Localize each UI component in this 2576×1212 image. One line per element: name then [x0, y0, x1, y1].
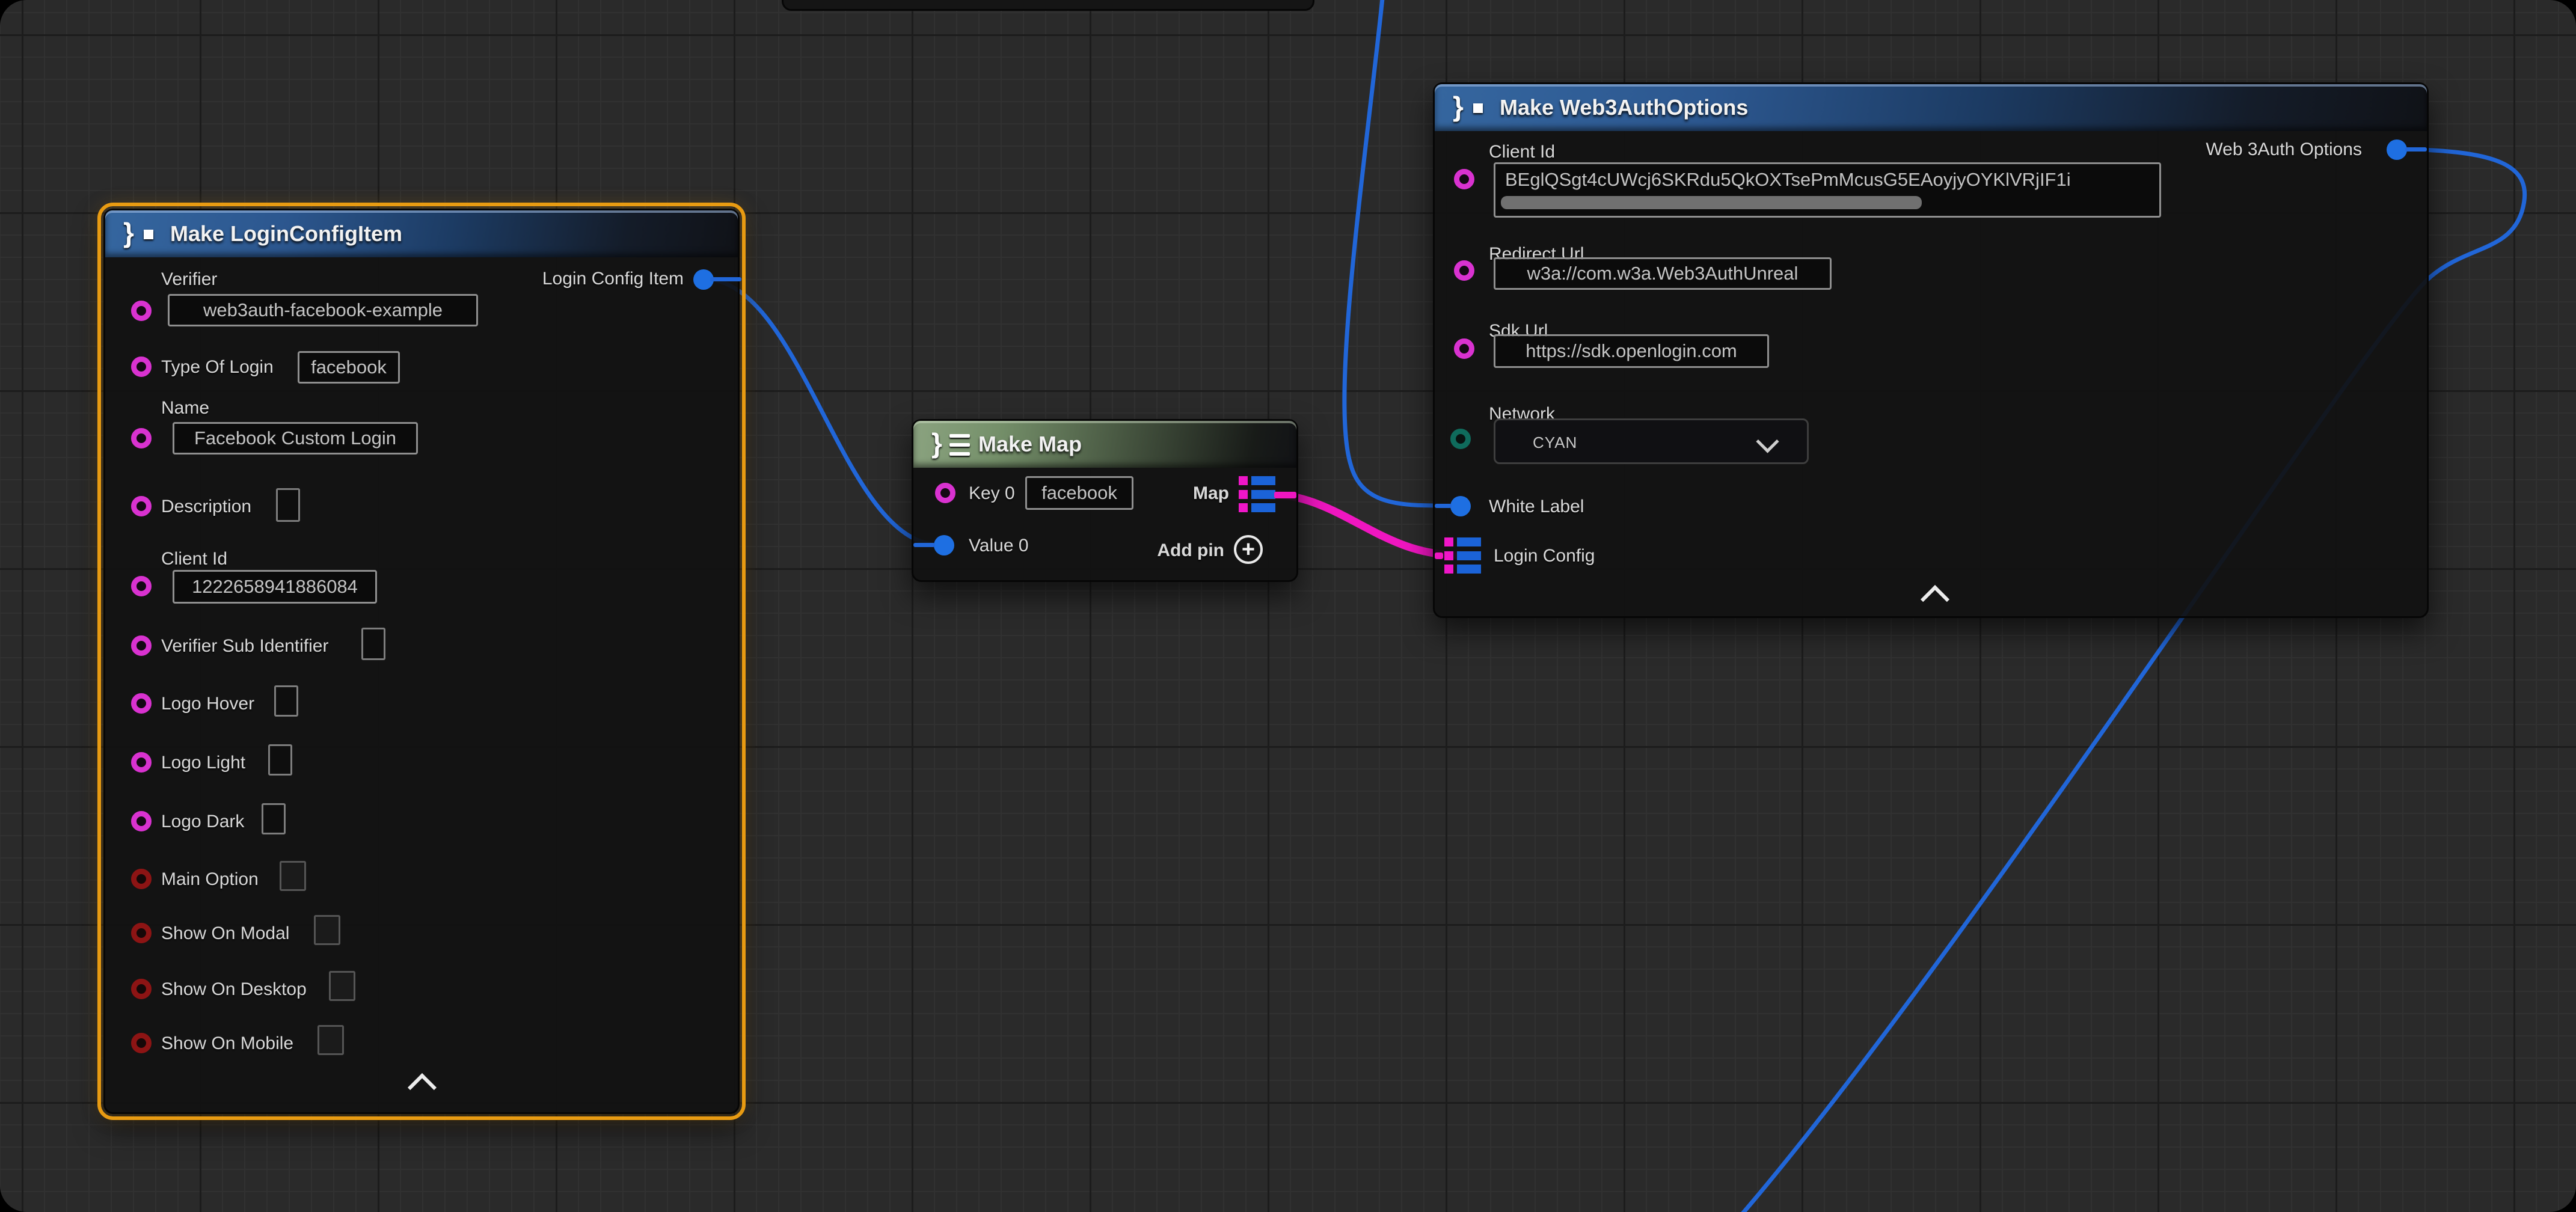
client-id-input[interactable]: BEglQSgt4cUWcj6SKRdu5QkOXTsePmMcusG5EAoy…	[1494, 162, 2161, 218]
main-option-checkbox[interactable]	[280, 861, 306, 891]
input-pin-logo-dark[interactable]	[131, 811, 152, 831]
pin-label-white-label: White Label	[1489, 497, 1584, 517]
pin-label-main-option: Main Option	[161, 869, 259, 890]
node-title: Make Map	[978, 432, 1082, 457]
node-make-web3authoptions[interactable]: } Make Web3AuthOptions Web 3Auth Options…	[1433, 82, 2429, 618]
client-id-scrollbar[interactable]	[1501, 196, 1922, 209]
node-make-map[interactable]: } Make Map Key 0 facebook Map Value 0 Ad…	[912, 419, 1298, 582]
offscreen-node-top[interactable]	[782, 0, 1314, 11]
pin-label-description: Description	[161, 497, 251, 517]
input-pin-show-on-mobile[interactable]	[131, 1033, 152, 1053]
sdk-url-input[interactable]: https://sdk.openlogin.com	[1494, 334, 1769, 368]
wire-stub	[2405, 147, 2427, 152]
output-pin-label: Web 3Auth Options	[2206, 139, 2362, 160]
make-struct-icon: }	[123, 219, 165, 249]
output-pin-map[interactable]	[1239, 476, 1277, 512]
chevron-down-icon	[1756, 430, 1779, 453]
make-map-icon: }	[931, 429, 974, 459]
input-pin-value0[interactable]	[934, 535, 954, 556]
pin-label-login-config: Login Config	[1494, 546, 1595, 566]
input-pin-verifier-sub-identifier[interactable]	[131, 635, 152, 656]
pin-label-type-of-login: Type Of Login	[161, 357, 274, 378]
verifier-input[interactable]: web3auth-facebook-example	[168, 294, 478, 326]
input-pin-key0[interactable]	[935, 483, 955, 503]
logo-dark-input[interactable]	[262, 803, 286, 834]
pin-label-show-on-mobile: Show On Mobile	[161, 1033, 293, 1054]
name-input[interactable]: Facebook Custom Login	[173, 422, 418, 454]
key0-input[interactable]: facebook	[1025, 476, 1133, 510]
input-pin-logo-hover[interactable]	[131, 693, 152, 714]
type-of-login-input[interactable]: facebook	[298, 351, 400, 384]
pin-label-client-id: Client Id	[1489, 142, 1555, 162]
input-pin-sdk-url[interactable]	[1454, 338, 1474, 359]
pin-label-show-on-modal: Show On Modal	[161, 923, 289, 944]
collapse-node-chevron-icon[interactable]	[1921, 585, 1949, 614]
verifier-sub-identifier-input[interactable]	[361, 628, 385, 660]
network-dropdown[interactable]: CYAN	[1494, 418, 1809, 464]
node-header[interactable]: } Make LoginConfigItem	[105, 210, 738, 257]
show-on-mobile-checkbox[interactable]	[317, 1025, 344, 1055]
show-on-desktop-checkbox[interactable]	[329, 971, 355, 1001]
input-pin-main-option[interactable]	[131, 869, 152, 889]
pin-label-logo-hover: Logo Hover	[161, 694, 254, 714]
node-title: Make Web3AuthOptions	[1500, 95, 1748, 120]
wire-stub	[1435, 504, 1452, 508]
input-pin-network[interactable]	[1450, 429, 1471, 449]
wire-stub	[710, 277, 741, 281]
pin-label-client-id: Client Id	[161, 549, 227, 569]
logo-hover-input[interactable]	[274, 685, 298, 717]
node-make-loginconfigitem[interactable]: } Make LoginConfigItem Login Config Item…	[103, 209, 740, 1114]
input-pin-redirect-url[interactable]	[1454, 260, 1474, 281]
description-input[interactable]	[276, 488, 300, 522]
pin-label-logo-dark: Logo Dark	[161, 812, 244, 832]
output-pin-label: Login Config Item	[542, 269, 684, 289]
wire-stub	[1274, 492, 1296, 498]
add-pin-label: Add pin	[1157, 540, 1224, 561]
input-pin-client-id[interactable]	[131, 576, 152, 596]
input-pin-verifier[interactable]	[131, 301, 152, 321]
add-pin-button[interactable]: +	[1234, 535, 1263, 564]
node-header[interactable]: } Make Map	[913, 421, 1296, 468]
input-pin-login-config[interactable]	[1444, 537, 1483, 574]
node-title: Make LoginConfigItem	[170, 221, 402, 246]
pin-label-verifier-sub-identifier: Verifier Sub Identifier	[161, 636, 328, 656]
input-pin-logo-light[interactable]	[131, 752, 152, 773]
blueprint-editor-screen: } Make LoginConfigItem Login Config Item…	[0, 0, 2576, 1212]
pin-label-show-on-desktop: Show On Desktop	[161, 979, 307, 1000]
pin-label-name: Name	[161, 398, 209, 418]
collapse-node-chevron-icon[interactable]	[408, 1073, 437, 1102]
redirect-url-input[interactable]: w3a://com.w3a.Web3AuthUnreal	[1494, 257, 1832, 290]
input-pin-show-on-desktop[interactable]	[131, 979, 152, 999]
output-pin-web3auth-options[interactable]	[2387, 139, 2407, 160]
logo-light-input[interactable]	[268, 744, 292, 776]
input-pin-white-label[interactable]	[1450, 496, 1471, 516]
pin-label-key0: Key 0	[969, 483, 1015, 504]
pin-label-value0: Value 0	[969, 536, 1029, 556]
input-pin-type-of-login[interactable]	[131, 357, 152, 377]
client-id-input[interactable]: 1222658941886084	[173, 570, 377, 604]
make-struct-icon: }	[1453, 93, 1495, 123]
input-pin-client-id[interactable]	[1454, 169, 1474, 189]
wire-stub	[1435, 552, 1443, 559]
input-pin-name[interactable]	[131, 428, 152, 448]
output-pin-label-map: Map	[1193, 483, 1229, 504]
blueprint-graph-canvas[interactable]: } Make LoginConfigItem Login Config Item…	[0, 0, 2576, 1212]
show-on-modal-checkbox[interactable]	[314, 915, 340, 945]
pin-label-logo-light: Logo Light	[161, 753, 245, 773]
client-id-text: BEglQSgt4cUWcj6SKRdu5QkOXTsePmMcusG5EAoy…	[1505, 169, 2071, 191]
network-dropdown-value: CYAN	[1533, 433, 1577, 452]
pin-label-verifier: Verifier	[161, 269, 217, 290]
wire-stub	[913, 543, 935, 547]
node-header[interactable]: } Make Web3AuthOptions	[1435, 84, 2427, 131]
input-pin-show-on-modal[interactable]	[131, 923, 152, 943]
input-pin-description[interactable]	[131, 496, 152, 516]
